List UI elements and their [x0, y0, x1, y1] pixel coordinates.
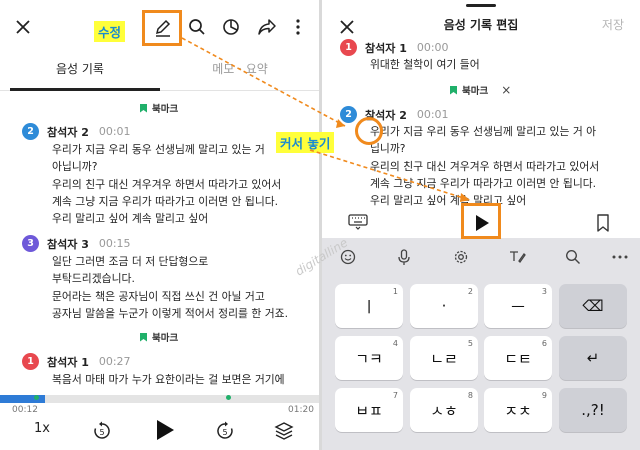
- arrow-line: [181, 37, 346, 127]
- arrow-head: [336, 119, 345, 128]
- arrow-line: [309, 149, 471, 201]
- annotation-arrows: [181, 37, 471, 202]
- arrow-head: [460, 193, 470, 202]
